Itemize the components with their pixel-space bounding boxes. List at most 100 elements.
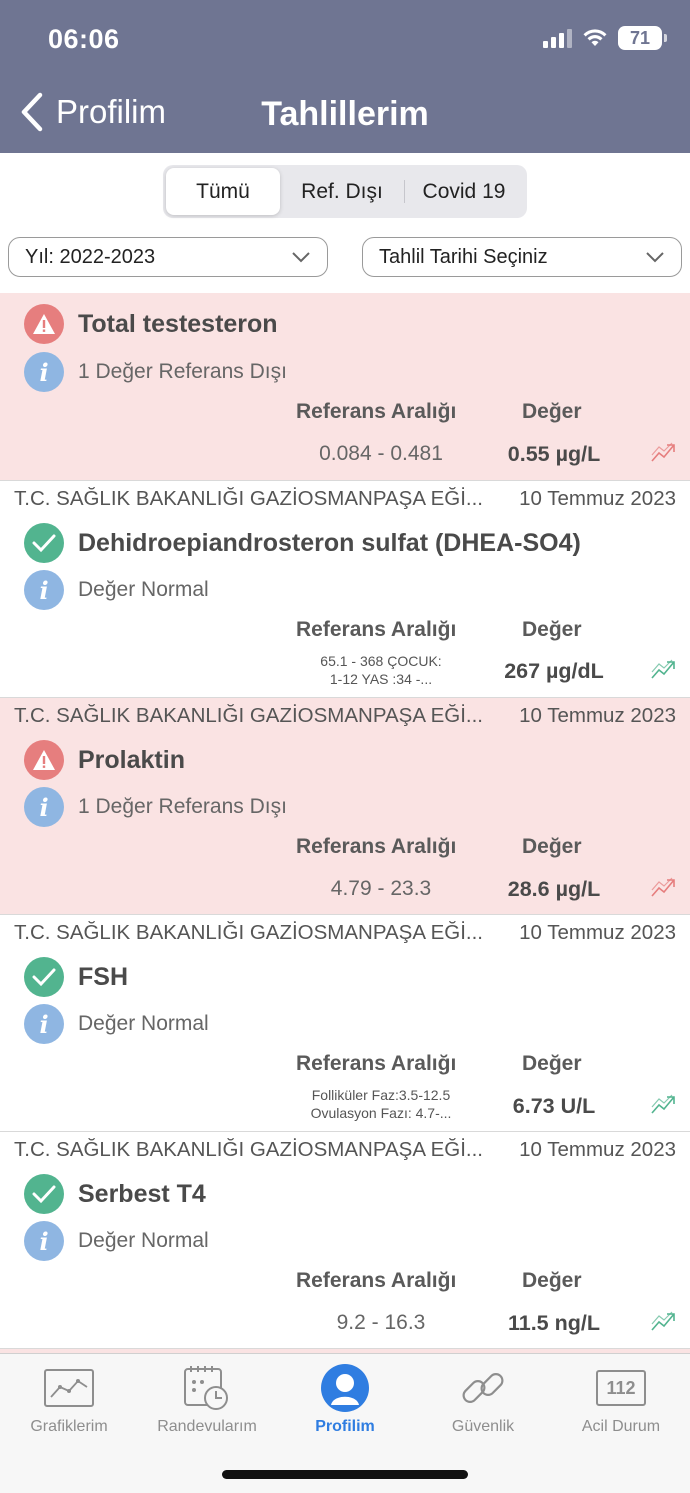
value-header: Değer <box>522 618 582 641</box>
tab-label: Profilim <box>315 1418 375 1435</box>
info-row: i 1 Değer Referans Dışı <box>24 352 287 392</box>
ref-range-line: Ovulasyon Fazı: 4.7-... <box>310 1105 452 1121</box>
hospital-name: T.C. SAĞLIK BAKANLIĞI GAZİOSMANPAŞA EĞİ.… <box>14 704 483 727</box>
status-indicators: 71 <box>543 26 667 50</box>
ref-range-header: Referans Aralığı <box>296 400 457 423</box>
hospital-name: T.C. SAĞLIK BAKANLIĞI GAZİOSMANPAŞA EĞİ.… <box>14 487 483 510</box>
test-name: FSH <box>78 962 128 991</box>
trend-chart-icon[interactable] <box>650 1310 678 1334</box>
result-meta: T.C. SAĞLIK BAKANLIĞI GAZİOSMANPAŞA EĞİ.… <box>14 487 676 511</box>
page-title: Tahlillerim <box>261 95 429 133</box>
filter-segmented-control: Tümü Ref. Dışı Covid 19 <box>163 165 527 218</box>
ref-range-value: 65.1 - 368 ÇOCUK: 1-12 YAS :34 -... <box>271 652 491 688</box>
hospital-name: T.C. SAĞLIK BAKANLIĞI GAZİOSMANPAŞA EĞİ.… <box>14 921 483 944</box>
hospital-name: T.C. SAĞLIK BAKANLIĞI GAZİOSMANPAŞA EĞİ.… <box>14 1138 483 1161</box>
segment-all[interactable]: Tümü <box>166 168 280 215</box>
result-meta: T.C. SAĞLIK BAKANLIĞI GAZİOSMANPAŞA EĞİ.… <box>14 921 676 945</box>
chart-icon <box>0 1360 138 1416</box>
result-value: 28.6 µg/L <box>507 877 601 901</box>
calendar-clock-icon <box>138 1360 276 1416</box>
test-title-row: Total testesteron <box>24 304 278 344</box>
person-icon <box>276 1360 414 1416</box>
checkmark-icon <box>24 523 64 563</box>
warning-icon <box>24 304 64 344</box>
result-card[interactable]: T.C. SAĞLIK BAKANLIĞI GAZİOSMANPAŞA EĞİ.… <box>0 481 690 698</box>
info-row: i Değer Normal <box>24 1004 209 1044</box>
ref-range-header: Referans Aralığı <box>296 618 457 641</box>
ref-range-line: 65.1 - 368 ÇOCUK: <box>320 653 442 669</box>
result-status-text: 1 Değer Referans Dışı <box>78 795 287 818</box>
test-title-row: FSH <box>24 957 128 997</box>
tab-profile[interactable]: Profilim <box>276 1360 414 1436</box>
status-time: 06:06 <box>48 24 120 54</box>
signal-icon <box>543 28 572 48</box>
tab-emergency[interactable]: 112 Acil Durum <box>552 1360 690 1436</box>
ref-range-line: 1-12 YAS :34 -... <box>329 671 433 687</box>
trend-chart-icon[interactable] <box>650 441 678 465</box>
value-header: Değer <box>522 1052 582 1075</box>
result-value: 6.73 U/L <box>512 1094 596 1118</box>
ref-range-value: 9.2 - 16.3 <box>336 1311 426 1334</box>
result-value: 11.5 ng/L <box>507 1311 600 1335</box>
result-value: 267 µg/dL <box>504 659 604 683</box>
ref-range-header: Referans Aralığı <box>296 835 457 858</box>
result-status-text: Değer Normal <box>78 1229 209 1252</box>
ref-range-value: 4.79 - 23.3 <box>330 877 432 900</box>
checkmark-icon <box>24 957 64 997</box>
results-list[interactable]: Total testesteron i 1 Değer Referans Dış… <box>0 293 690 1353</box>
tab-label: Randevularım <box>157 1418 257 1435</box>
value-header: Değer <box>522 400 582 423</box>
info-icon: i <box>24 1221 64 1261</box>
result-meta: T.C. SAĞLIK BAKANLIĞI GAZİOSMANPAŞA EĞİ.… <box>14 1138 676 1162</box>
test-title-row: Dehidroepiandrosteron sulfat (DHEA-SO4) <box>24 523 581 563</box>
warning-icon <box>24 740 64 780</box>
tab-charts[interactable]: Grafiklerim <box>0 1360 138 1436</box>
tab-security[interactable]: Güvenlik <box>414 1360 552 1436</box>
app-header: 06:06 71 Profilim Tahlillerim <box>0 0 690 153</box>
test-date-select-value: Tahlil Tarihi Seçiniz <box>379 245 548 268</box>
info-row: i 1 Değer Referans Dışı <box>24 787 287 827</box>
test-name: Prolaktin <box>78 745 185 774</box>
result-card[interactable]: Total testesteron i 1 Değer Referans Dış… <box>0 293 690 481</box>
info-icon: i <box>24 1004 64 1044</box>
emergency-112-icon: 112 <box>552 1360 690 1416</box>
result-value: 0.55 µg/L <box>507 442 601 466</box>
ref-range-header: Referans Aralığı <box>296 1052 457 1075</box>
info-icon: i <box>24 787 64 827</box>
test-title-row: Serbest T4 <box>24 1174 206 1214</box>
result-status-text: Değer Normal <box>78 1012 209 1035</box>
value-header: Değer <box>522 835 582 858</box>
result-date: 10 Temmuz 2023 <box>519 704 676 727</box>
battery-icon: 71 <box>618 26 667 50</box>
test-name: Total testesteron <box>78 309 278 338</box>
result-meta: T.C. SAĞLIK BAKANLIĞI GAZİOSMANPAŞA EĞİ.… <box>14 704 676 728</box>
year-select-value: Yıl: 2022-2023 <box>25 245 156 268</box>
ref-range-line: Folliküler Faz:3.5-12.5 <box>311 1087 451 1103</box>
trend-chart-icon[interactable] <box>650 658 678 682</box>
trend-chart-icon[interactable] <box>650 1093 678 1117</box>
tab-label: Grafiklerim <box>30 1418 108 1435</box>
info-icon: i <box>24 570 64 610</box>
emergency-icon-text: 112 <box>596 1370 646 1406</box>
result-card[interactable]: T.C. SAĞLIK BAKANLIĞI GAZİOSMANPAŞA EĞİ.… <box>0 1132 690 1349</box>
info-row: i Değer Normal <box>24 570 209 610</box>
result-date: 10 Temmuz 2023 <box>519 921 676 944</box>
segment-covid[interactable]: Covid 19 <box>404 168 524 215</box>
result-card[interactable]: T.C. SAĞLIK BAKANLIĞI GAZİOSMANPAŞA EĞİ.… <box>0 698 690 915</box>
segment-out-of-range[interactable]: Ref. Dışı <box>280 168 404 215</box>
tab-appointments[interactable]: Randevularım <box>138 1360 276 1436</box>
result-date: 10 Temmuz 2023 <box>519 1138 676 1161</box>
wifi-icon <box>582 28 608 48</box>
ref-range-value: 0.084 - 0.481 <box>319 442 443 465</box>
result-status-text: 1 Değer Referans Dışı <box>78 360 287 383</box>
tab-label: Acil Durum <box>581 1418 661 1435</box>
link-icon <box>414 1360 552 1416</box>
test-date-select[interactable]: Tahlil Tarihi Seçiniz <box>362 237 682 277</box>
chevron-down-icon <box>646 252 664 263</box>
year-select[interactable]: Yıl: 2022-2023 <box>8 237 328 277</box>
result-date: 10 Temmuz 2023 <box>519 487 676 510</box>
ref-range-value: Folliküler Faz:3.5-12.5 Ovulasyon Fazı: … <box>271 1086 491 1122</box>
test-name: Dehidroepiandrosteron sulfat (DHEA-SO4) <box>78 528 581 557</box>
trend-chart-icon[interactable] <box>650 876 678 900</box>
result-card[interactable]: T.C. SAĞLIK BAKANLIĞI GAZİOSMANPAŞA EĞİ.… <box>0 915 690 1132</box>
